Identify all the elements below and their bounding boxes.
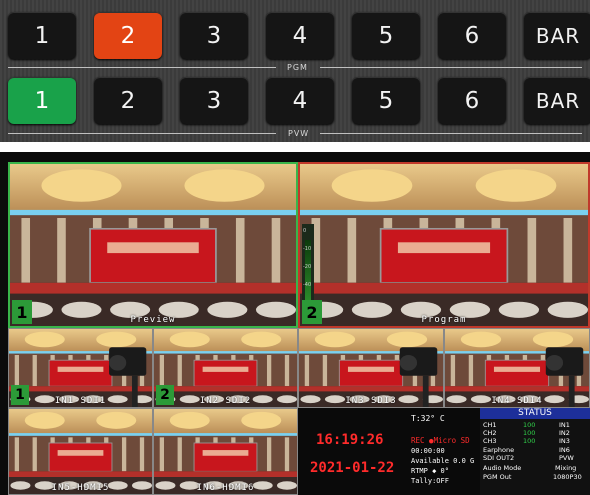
pgm-button-4[interactable]: 4	[266, 12, 334, 59]
pvw-bus-line-left	[8, 133, 276, 134]
input-1-window[interactable]: 1 IN1-SDI1	[8, 328, 153, 408]
clock-date: 2021-01-22	[310, 460, 395, 476]
meter-tick-label: 0	[303, 228, 307, 234]
status-row-audio-mode: Audio Mode Mixing	[483, 464, 587, 472]
pgm-out-label: PGM Out	[483, 473, 512, 481]
meter-tick-label: -20	[303, 264, 312, 270]
sdi-out2-value: PVW	[559, 454, 574, 462]
ch1-input: IN1	[559, 421, 570, 429]
record-status: REC ●Micro SD	[411, 436, 470, 445]
switcher-button-panel: 1 2 3 4 5 6 BAR PGM 1 2 3 4 5 6 BAR PVW	[0, 0, 590, 142]
pvw-bus-label: PVW	[288, 129, 310, 138]
program-label: Program	[421, 315, 467, 325]
pgm-out-value: 1080P30	[553, 473, 582, 481]
pvw-button-3[interactable]: 3	[180, 77, 248, 124]
tally-status: Tally:OFF	[411, 477, 449, 485]
earphone-label: Earphone	[483, 446, 515, 454]
pvw-button-6[interactable]: 6	[438, 77, 506, 124]
temperature-readout: T:32° C	[411, 414, 445, 423]
record-time: 00:00:00	[411, 447, 445, 455]
hall-scene-image	[10, 164, 296, 326]
preview-window[interactable]: 1 Preview	[8, 162, 298, 328]
storage-available: Available 0.0 G	[411, 457, 475, 465]
input-4-window[interactable]: IN4-SDI4	[444, 328, 590, 408]
ch2-level: 100	[523, 429, 536, 437]
preview-label: Preview	[130, 315, 176, 325]
pgm-button-5[interactable]: 5	[352, 12, 420, 59]
meter-tick-label: -40	[303, 282, 312, 288]
multiview-monitor: 1 Preview 0 -10 -20 -40 2 Program 1 IN1-SDI…	[0, 152, 590, 495]
status-row-ch3: CH3 100 IN3	[483, 437, 587, 445]
pvw-button-bar[interactable]: BAR	[524, 77, 590, 124]
status-row-sdi-out2: SDI OUT2 PVW	[483, 454, 587, 462]
ch3-level: 100	[523, 437, 536, 445]
rtmp-status: RTMP ◆ 0°	[411, 467, 449, 475]
pgm-bus-line-right	[320, 67, 582, 68]
status-area: 16:19:26 2021-01-22 T:32° C REC ●Micro S…	[298, 408, 590, 495]
pgm-bus-line-left	[8, 67, 276, 68]
ch3-input: IN3	[559, 437, 570, 445]
status-row-ch2: CH2 100 IN2	[483, 429, 587, 437]
status-row-earphone: Earphone IN6	[483, 446, 587, 454]
pvw-button-1[interactable]: 1	[8, 77, 76, 124]
hall-scene-image	[154, 409, 297, 494]
hall-scene-image	[300, 164, 588, 326]
audio-mode-label: Audio Mode	[483, 464, 522, 472]
pgm-button-bar[interactable]: BAR	[524, 12, 590, 59]
pgm-bus-label: PGM	[287, 63, 308, 72]
input-1-label: IN1-SDI1	[54, 396, 107, 406]
ch1-name: CH1	[483, 421, 497, 429]
pgm-button-3[interactable]: 3	[180, 12, 248, 59]
pvw-button-5[interactable]: 5	[352, 77, 420, 124]
earphone-value: IN6	[559, 446, 570, 454]
status-row-ch1: CH1 100 IN1	[483, 421, 587, 429]
sdi-out2-label: SDI OUT2	[483, 454, 515, 462]
input-4-label: IN4-SDI4	[491, 396, 543, 406]
status-title: STATUS	[480, 408, 590, 419]
meter-tick-label: -10	[303, 246, 312, 252]
input-2-window[interactable]: 2 IN2-SDI2	[153, 328, 298, 408]
input-5-window[interactable]: IN5-HDMI5	[8, 408, 153, 495]
ch3-name: CH3	[483, 437, 497, 445]
input-6-label: IN6-HDMI6	[196, 483, 255, 493]
status-row-pgm-out: PGM Out 1080P30	[483, 473, 587, 481]
pvw-bus-line-right	[320, 133, 582, 134]
pvw-button-2[interactable]: 2	[94, 77, 162, 124]
input-3-label: IN3-SDI3	[345, 396, 397, 406]
program-window[interactable]: 0 -10 -20 -40 2 Program	[298, 162, 590, 328]
status-table: STATUS CH1 100 IN1 CH2 100 IN2 CH3 100 I…	[480, 408, 590, 495]
audio-level-meter: 0 -10 -20 -40	[302, 224, 314, 304]
input-5-label: IN5-HDMI5	[51, 483, 110, 493]
ch2-input: IN2	[559, 429, 570, 437]
input-3-window[interactable]: IN3-SDI3	[298, 328, 444, 408]
ch2-name: CH2	[483, 429, 497, 437]
input-6-window[interactable]: IN6-HDMI6	[153, 408, 298, 495]
ch1-level: 100	[523, 421, 536, 429]
pvw-button-4[interactable]: 4	[266, 77, 334, 124]
clock-time: 16:19:26	[316, 432, 384, 448]
pgm-button-1[interactable]: 1	[8, 12, 76, 59]
audio-mode-value: Mixing	[555, 464, 577, 472]
pgm-button-6[interactable]: 6	[438, 12, 506, 59]
input-2-label: IN2-SDI2	[199, 396, 252, 406]
pgm-button-2[interactable]: 2	[94, 12, 162, 59]
hall-scene-image	[9, 409, 152, 494]
